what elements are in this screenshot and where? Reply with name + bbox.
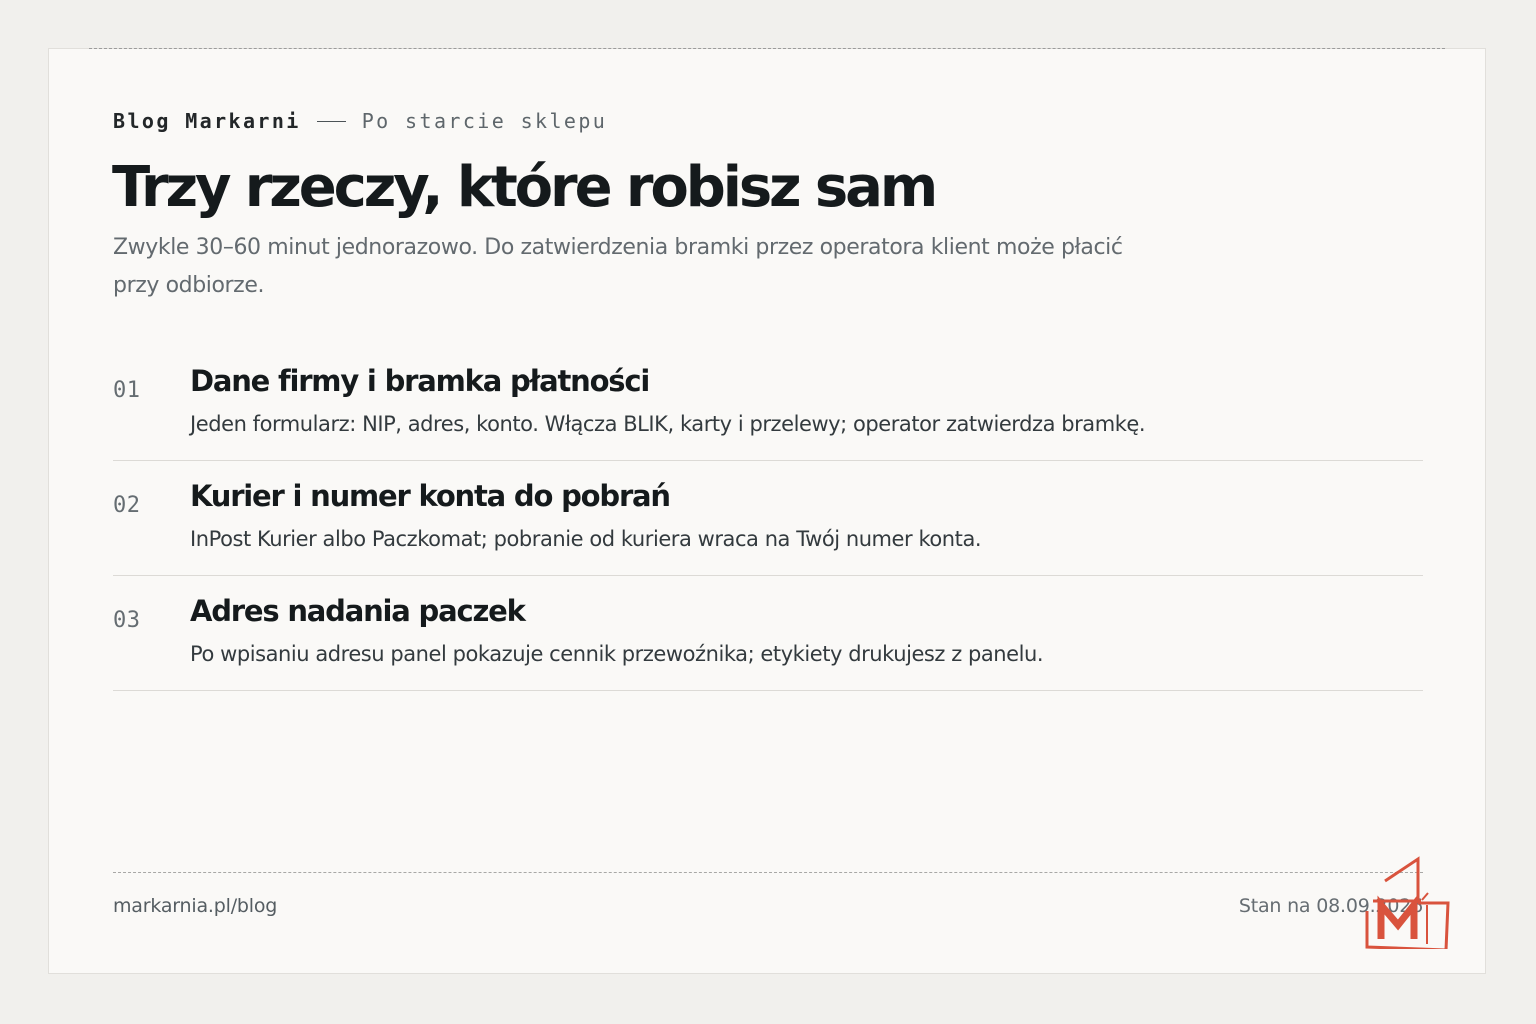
blog-card: Blog Markarni Po starcie sklepu Trzy rze… bbox=[48, 48, 1486, 974]
step-title: Dane firmy i bramka płatności bbox=[190, 364, 650, 398]
step-description: InPost Kurier albo Paczkomat; pobranie o… bbox=[190, 527, 982, 551]
lead-text: Zwykle 30–60 minut jednorazowo. Do zatwi… bbox=[113, 235, 1123, 298]
step-description: Jeden formularz: NIP, adres, konto. Włąc… bbox=[190, 412, 1146, 436]
step-number: 03 bbox=[113, 608, 141, 633]
step-number: 02 bbox=[113, 493, 141, 518]
step-item: 01 Dane firmy i bramka płatności Jeden f… bbox=[113, 346, 1423, 461]
steps-list: 01 Dane firmy i bramka płatności Jeden f… bbox=[113, 346, 1423, 691]
top-dashed-divider bbox=[89, 48, 1445, 49]
step-item: 02 Kurier i numer konta do pobrań InPost… bbox=[113, 461, 1423, 576]
step-description: Po wpisaniu adresu panel pokazuje cennik… bbox=[190, 642, 1044, 666]
page-title: Trzy rzeczy, które robisz sam bbox=[112, 155, 938, 220]
blog-brand: Blog Markarni bbox=[113, 109, 301, 133]
step-item: 03 Adres nadania paczek Po wpisaniu adre… bbox=[113, 576, 1423, 691]
eyebrow: Blog Markarni Po starcie sklepu bbox=[113, 109, 607, 133]
markarnia-logo-icon bbox=[1365, 856, 1450, 949]
footer-blog-link[interactable]: markarnia.pl/blog bbox=[113, 895, 277, 917]
step-number: 01 bbox=[113, 378, 141, 403]
footer-dashed-divider bbox=[113, 872, 1423, 873]
step-title: Kurier i numer konta do pobrań bbox=[190, 479, 671, 513]
step-title: Adres nadania paczek bbox=[190, 594, 526, 628]
section-label: Po starcie sklepu bbox=[361, 109, 608, 133]
eyebrow-divider bbox=[316, 120, 346, 122]
